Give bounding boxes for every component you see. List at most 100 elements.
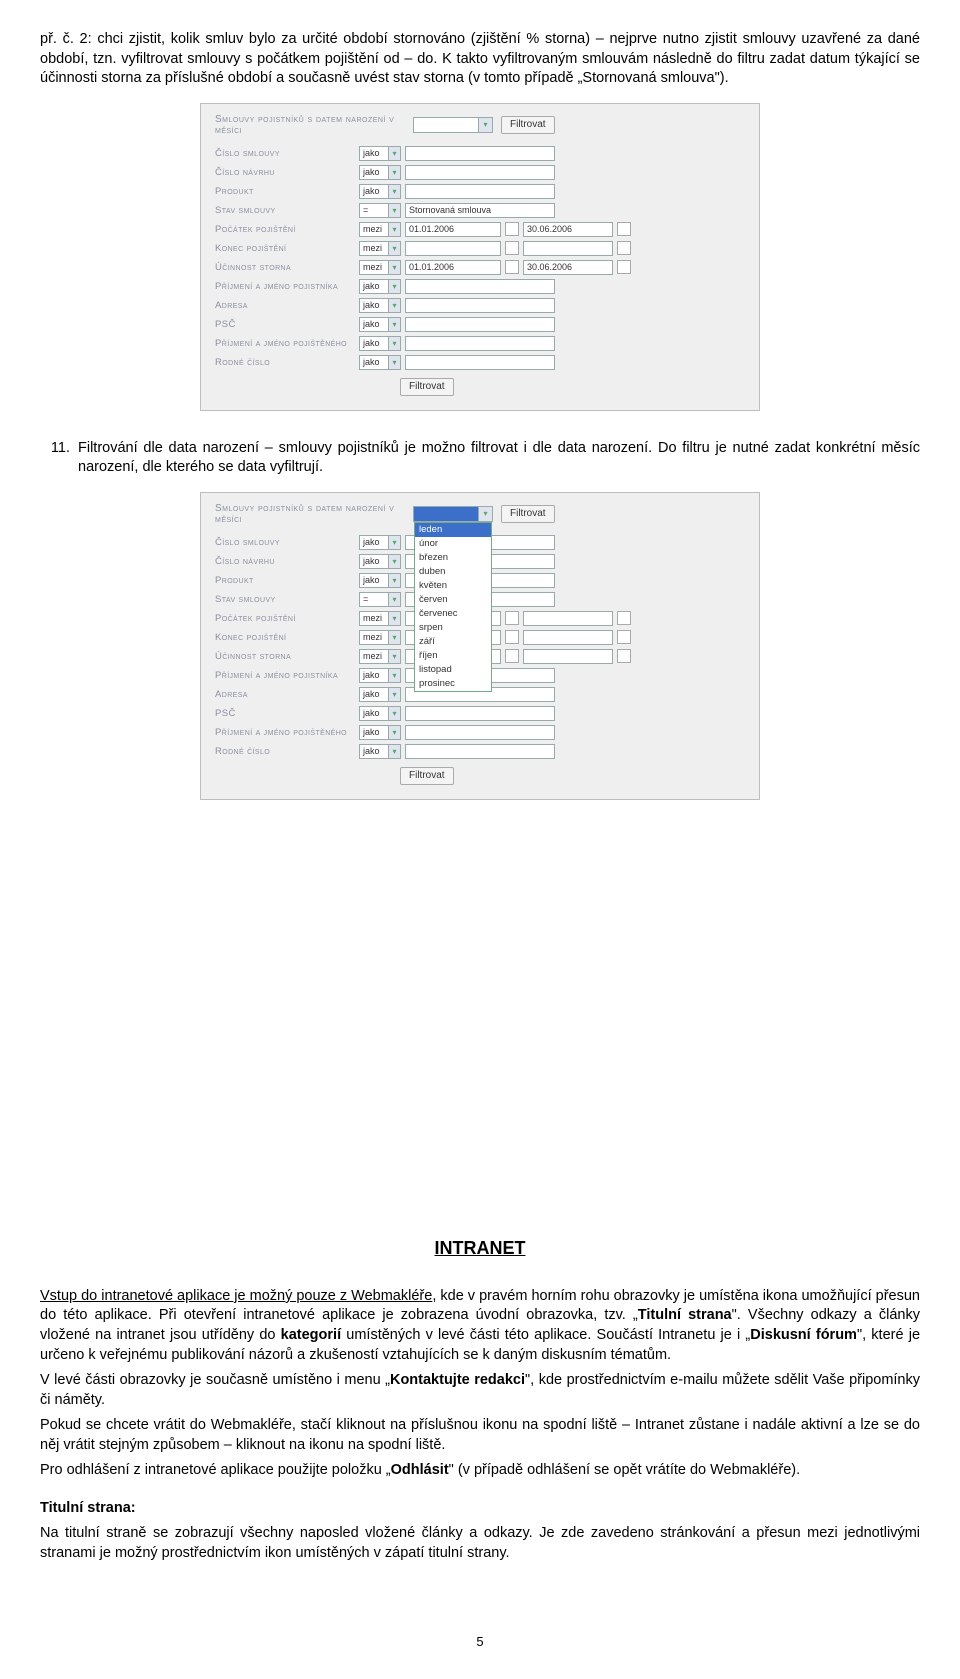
- operator-select[interactable]: jako: [359, 554, 401, 569]
- calendar-icon[interactable]: [617, 649, 631, 663]
- month-select-open[interactable]: ledenúnorbřezendubenkvětenčervenčervenec…: [413, 506, 493, 522]
- date-to-input[interactable]: [523, 611, 613, 626]
- value-input[interactable]: [405, 298, 555, 313]
- operator-select[interactable]: jako: [359, 535, 401, 550]
- operator-select[interactable]: jako: [359, 573, 401, 588]
- operator-select[interactable]: mezi: [359, 630, 401, 645]
- chevron-down-icon: [388, 204, 400, 217]
- filter-panel-2: Smlouvy pojistníků s datem narození v mě…: [200, 492, 760, 800]
- chevron-down-icon: [388, 593, 400, 606]
- chevron-down-icon: [388, 574, 400, 587]
- operator-select[interactable]: jako: [359, 725, 401, 740]
- date-to-input[interactable]: [523, 241, 613, 256]
- value-input[interactable]: [405, 725, 555, 740]
- page-number: 5: [40, 1634, 920, 1649]
- chevron-down-icon: [388, 147, 400, 160]
- chevron-down-icon: [478, 118, 492, 132]
- calendar-icon[interactable]: [505, 260, 519, 274]
- month-option[interactable]: únor: [415, 537, 491, 551]
- month-option[interactable]: květen: [415, 579, 491, 593]
- filter-row-label: Produkt: [215, 186, 355, 197]
- filter-row-label: Číslo návrhu: [215, 556, 355, 567]
- intranet-p1: Vstup do intranetové aplikace je možný p…: [40, 1287, 920, 1365]
- filter-panel-1: Smlouvy pojistníků s datem narození v mě…: [200, 103, 760, 411]
- month-option[interactable]: březen: [415, 551, 491, 565]
- filter-row: PSČ jako: [215, 315, 745, 334]
- month-option[interactable]: leden: [415, 523, 491, 537]
- calendar-icon[interactable]: [505, 649, 519, 663]
- operator-select[interactable]: jako: [359, 336, 401, 351]
- calendar-icon[interactable]: [617, 611, 631, 625]
- chevron-down-icon: [388, 536, 400, 549]
- calendar-icon[interactable]: [505, 630, 519, 644]
- date-from-input[interactable]: 01.01.2006: [405, 222, 501, 237]
- operator-select[interactable]: jako: [359, 668, 401, 683]
- filter-row-label: Počátek pojištění: [215, 224, 355, 235]
- filtrovat-button-top[interactable]: Filtrovat: [501, 116, 555, 134]
- value-input[interactable]: [405, 317, 555, 332]
- operator-select[interactable]: jako: [359, 146, 401, 161]
- month-option[interactable]: prosinec: [415, 677, 491, 691]
- value-input[interactable]: [405, 279, 555, 294]
- chevron-down-icon: [388, 707, 400, 720]
- operator-select[interactable]: jako: [359, 687, 401, 702]
- date-to-input[interactable]: [523, 630, 613, 645]
- operator-select[interactable]: jako: [359, 279, 401, 294]
- chevron-down-icon: [388, 242, 400, 255]
- operator-select[interactable]: jako: [359, 165, 401, 180]
- value-input[interactable]: [405, 355, 555, 370]
- operator-select[interactable]: =: [359, 592, 401, 607]
- filter-row-label: Konec pojištění: [215, 243, 355, 254]
- calendar-icon[interactable]: [617, 630, 631, 644]
- operator-select[interactable]: mezi: [359, 611, 401, 626]
- operator-select[interactable]: jako: [359, 298, 401, 313]
- date-from-input[interactable]: 01.01.2006: [405, 260, 501, 275]
- month-select[interactable]: [413, 117, 493, 133]
- value-input[interactable]: [405, 165, 555, 180]
- filter-row: Číslo návrhujako: [215, 163, 745, 182]
- value-input[interactable]: [405, 744, 555, 759]
- date-from-input[interactable]: [405, 241, 501, 256]
- filter-row-label: PSČ: [215, 319, 355, 330]
- operator-select[interactable]: jako: [359, 184, 401, 199]
- date-to-input[interactable]: [523, 649, 613, 664]
- value-input[interactable]: [405, 336, 555, 351]
- calendar-icon[interactable]: [505, 222, 519, 236]
- filtrovat-button-bottom[interactable]: Filtrovat: [400, 378, 454, 396]
- month-option[interactable]: červen: [415, 593, 491, 607]
- operator-select[interactable]: mezi: [359, 649, 401, 664]
- operator-select[interactable]: mezi: [359, 241, 401, 256]
- filtrovat-button-top[interactable]: Filtrovat: [501, 505, 555, 523]
- month-option[interactable]: červenec: [415, 607, 491, 621]
- value-input[interactable]: Stornovaná smlouva: [405, 203, 555, 218]
- operator-select[interactable]: jako: [359, 317, 401, 332]
- operator-select[interactable]: mezi: [359, 260, 401, 275]
- date-to-input[interactable]: 30.06.2006: [523, 260, 613, 275]
- month-dropdown-list[interactable]: ledenúnorbřezendubenkvětenčervenčervenec…: [414, 522, 492, 692]
- operator-select[interactable]: mezi: [359, 222, 401, 237]
- operator-select[interactable]: =: [359, 203, 401, 218]
- calendar-icon[interactable]: [505, 241, 519, 255]
- filter-row: PSČ jako: [215, 704, 745, 723]
- operator-select[interactable]: jako: [359, 744, 401, 759]
- chevron-down-icon: [388, 745, 400, 758]
- month-option[interactable]: listopad: [415, 663, 491, 677]
- operator-select[interactable]: jako: [359, 355, 401, 370]
- month-option[interactable]: říjen: [415, 649, 491, 663]
- value-input[interactable]: [405, 146, 555, 161]
- month-option[interactable]: září: [415, 635, 491, 649]
- calendar-icon[interactable]: [505, 611, 519, 625]
- chevron-down-icon: [478, 507, 492, 521]
- calendar-icon[interactable]: [617, 260, 631, 274]
- chevron-down-icon: [388, 669, 400, 682]
- operator-select[interactable]: jako: [359, 706, 401, 721]
- filtrovat-button-bottom[interactable]: Filtrovat: [400, 767, 454, 785]
- calendar-icon[interactable]: [617, 222, 631, 236]
- filter-row-label: PSČ: [215, 708, 355, 719]
- month-option[interactable]: duben: [415, 565, 491, 579]
- calendar-icon[interactable]: [617, 241, 631, 255]
- value-input[interactable]: [405, 706, 555, 721]
- value-input[interactable]: [405, 184, 555, 199]
- date-to-input[interactable]: 30.06.2006: [523, 222, 613, 237]
- month-option[interactable]: srpen: [415, 621, 491, 635]
